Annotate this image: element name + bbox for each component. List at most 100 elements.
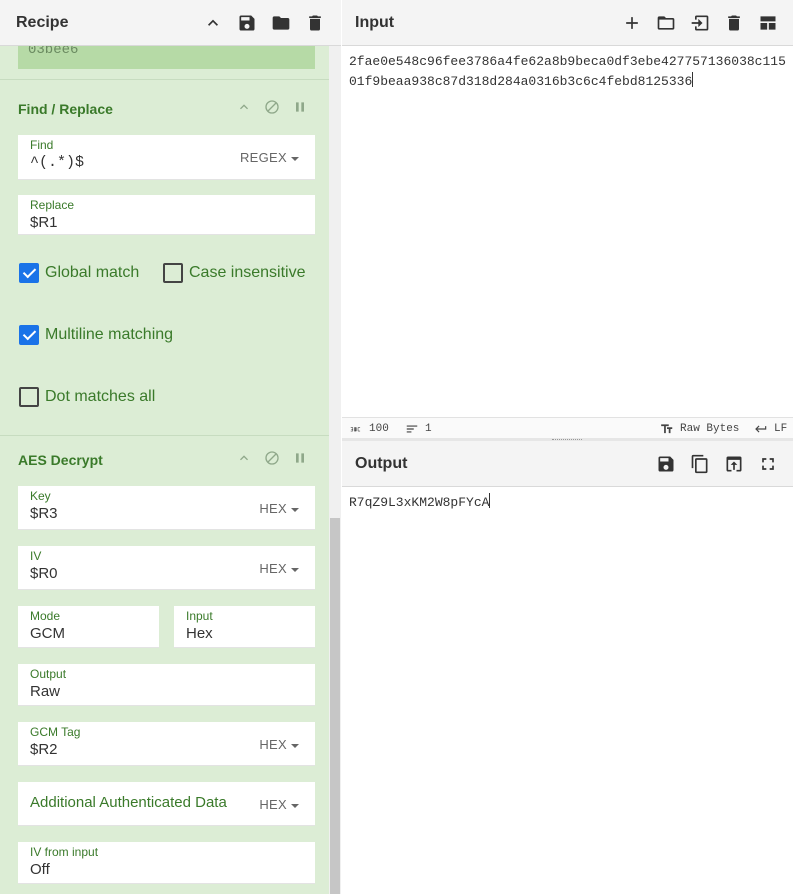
case-insensitive-label: Case insensitive <box>189 264 306 281</box>
length-value: 100 <box>369 423 389 435</box>
open-folder-icon[interactable] <box>649 0 683 46</box>
gcm-tag-field[interactable]: GCM Tag $R2 HEX <box>18 722 315 766</box>
find-value: ^(.*)$ <box>30 154 85 171</box>
global-match-checkbox[interactable]: Global match <box>19 263 139 283</box>
text-format-icon <box>661 424 673 434</box>
gcm-tag-label: GCM Tag <box>30 725 81 739</box>
input-panel: Input 2fae0e548c96fee3786a4fe62a8b9beca0… <box>342 0 793 438</box>
find-field[interactable]: Find ^(.*)$ REGEX <box>18 135 315 180</box>
global-match-label: Global match <box>45 264 140 281</box>
find-replace-title: Find / Replace <box>18 101 113 117</box>
dot-matches-all-label: Dot matches all <box>45 388 156 405</box>
replace-value: $R1 <box>30 214 58 231</box>
iv-label: IV <box>30 549 42 563</box>
disable-op-icon[interactable] <box>262 448 282 468</box>
input-textarea[interactable]: 2fae0e548c96fee3786a4fe62a8b9beca0df3ebe… <box>349 52 789 92</box>
checkbox-checked-icon <box>19 325 39 345</box>
open-file-icon[interactable] <box>683 0 717 46</box>
disable-op-icon[interactable] <box>262 97 282 117</box>
iv-from-input-value: Off <box>30 861 50 878</box>
output-panel: Output R7qZ9L3xKM2W8pFYcA <box>342 441 793 894</box>
mode-label: Mode <box>30 609 61 623</box>
maximise-output-icon[interactable] <box>751 441 785 487</box>
save-output-icon[interactable] <box>649 441 683 487</box>
eol-status[interactable]: LF <box>754 422 787 436</box>
mode-value: GCM <box>30 625 65 642</box>
collapse-op-icon[interactable] <box>234 97 254 117</box>
input-title: Input <box>355 13 395 31</box>
gcm-tag-value: $R2 <box>30 741 58 758</box>
cyberchef-app: Recipe 03bee6 Find / Replace Find ^(.*)$… <box>0 0 793 894</box>
dot-matches-all-checkbox[interactable]: Dot matches all <box>19 387 155 407</box>
input-format-value: Hex <box>186 625 213 642</box>
output-textarea[interactable]: R7qZ9L3xKM2W8pFYcA <box>349 493 789 513</box>
breakpoint-icon[interactable] <box>290 448 310 468</box>
encoding-value: Raw Bytes <box>680 423 740 435</box>
aad-type-dropdown[interactable]: HEX <box>259 797 299 812</box>
layout-icon[interactable] <box>751 0 785 46</box>
output-format-field[interactable]: Output Raw <box>18 664 315 706</box>
save-recipe-icon[interactable] <box>230 0 264 46</box>
aes-decrypt-title: AES Decrypt <box>18 452 103 468</box>
aad-label: Additional Authenticated Data <box>30 794 227 811</box>
replace-field[interactable]: Replace $R1 <box>18 195 315 235</box>
input-toolbar <box>615 0 785 46</box>
checkbox-unchecked-icon <box>163 263 183 283</box>
input-header: Input <box>342 0 793 46</box>
output-toolbar <box>649 441 785 487</box>
abc-icon <box>350 427 361 432</box>
text-caret <box>692 72 694 87</box>
iv-value: $R0 <box>30 565 58 582</box>
iv-from-input-label: IV from input <box>30 845 99 859</box>
key-label: Key <box>30 489 51 503</box>
return-icon <box>755 425 767 433</box>
load-recipe-icon[interactable] <box>264 0 298 46</box>
replace-label: Replace <box>30 198 75 212</box>
key-field[interactable]: Key $R3 HEX <box>18 486 315 530</box>
output-format-value: Raw <box>30 683 61 700</box>
input-format-label: Input <box>186 609 213 623</box>
checkbox-checked-icon <box>19 263 39 283</box>
key-type-dropdown[interactable]: HEX <box>259 501 299 516</box>
replace-input-with-output-icon[interactable] <box>717 441 751 487</box>
encoding-status[interactable]: Raw Bytes <box>660 422 739 436</box>
length-status: 100 <box>349 422 389 436</box>
gcm-tag-type-dropdown[interactable]: HEX <box>259 737 299 752</box>
lines-status: 1 <box>405 422 432 436</box>
previous-operation-tail: 03bee6 <box>18 46 315 69</box>
input-text: 2fae0e548c96fee3786a4fe62a8b9beca0df3ebe… <box>349 54 786 89</box>
key-value: $R3 <box>30 505 58 522</box>
mode-field[interactable]: Mode GCM <box>18 606 159 648</box>
recipe-toolbar <box>196 0 332 46</box>
output-header: Output <box>342 441 793 487</box>
iv-field[interactable]: IV $R0 HEX <box>18 546 315 590</box>
breakpoint-icon[interactable] <box>290 97 310 117</box>
add-tab-icon[interactable] <box>615 0 649 46</box>
input-status-bar: 100 1 Raw Bytes LF <box>342 417 793 438</box>
lines-icon <box>406 425 418 433</box>
multiline-label: Multiline matching <box>45 326 174 343</box>
recipe-scrollbar-thumb[interactable] <box>330 518 340 894</box>
collapse-all-icon[interactable] <box>196 0 230 46</box>
clear-input-icon[interactable] <box>717 0 751 46</box>
clear-recipe-icon[interactable] <box>298 0 332 46</box>
multiline-checkbox[interactable]: Multiline matching <box>19 325 173 345</box>
iv-type-dropdown[interactable]: HEX <box>259 561 299 576</box>
copy-output-icon[interactable] <box>683 441 717 487</box>
case-insensitive-checkbox[interactable]: Case insensitive <box>163 263 306 283</box>
text-caret <box>489 493 491 508</box>
recipe-header: Recipe <box>0 0 341 46</box>
output-text: R7qZ9L3xKM2W8pFYcA <box>349 495 490 510</box>
lines-value: 1 <box>425 423 432 435</box>
aad-field[interactable]: Additional Authenticated Data HEX <box>18 782 315 826</box>
find-type-dropdown[interactable]: REGEX <box>240 150 299 165</box>
input-format-field[interactable]: Input Hex <box>174 606 315 648</box>
eol-value: LF <box>774 423 788 435</box>
iv-from-input-field[interactable]: IV from input Off <box>18 842 315 884</box>
find-label: Find <box>30 138 54 152</box>
collapse-op-icon[interactable] <box>234 448 254 468</box>
output-format-label: Output <box>30 667 67 681</box>
recipe-panel: Recipe 03bee6 Find / Replace Find ^(.*)$… <box>0 0 341 894</box>
checkbox-unchecked-icon <box>19 387 39 407</box>
recipe-title: Recipe <box>16 13 69 31</box>
